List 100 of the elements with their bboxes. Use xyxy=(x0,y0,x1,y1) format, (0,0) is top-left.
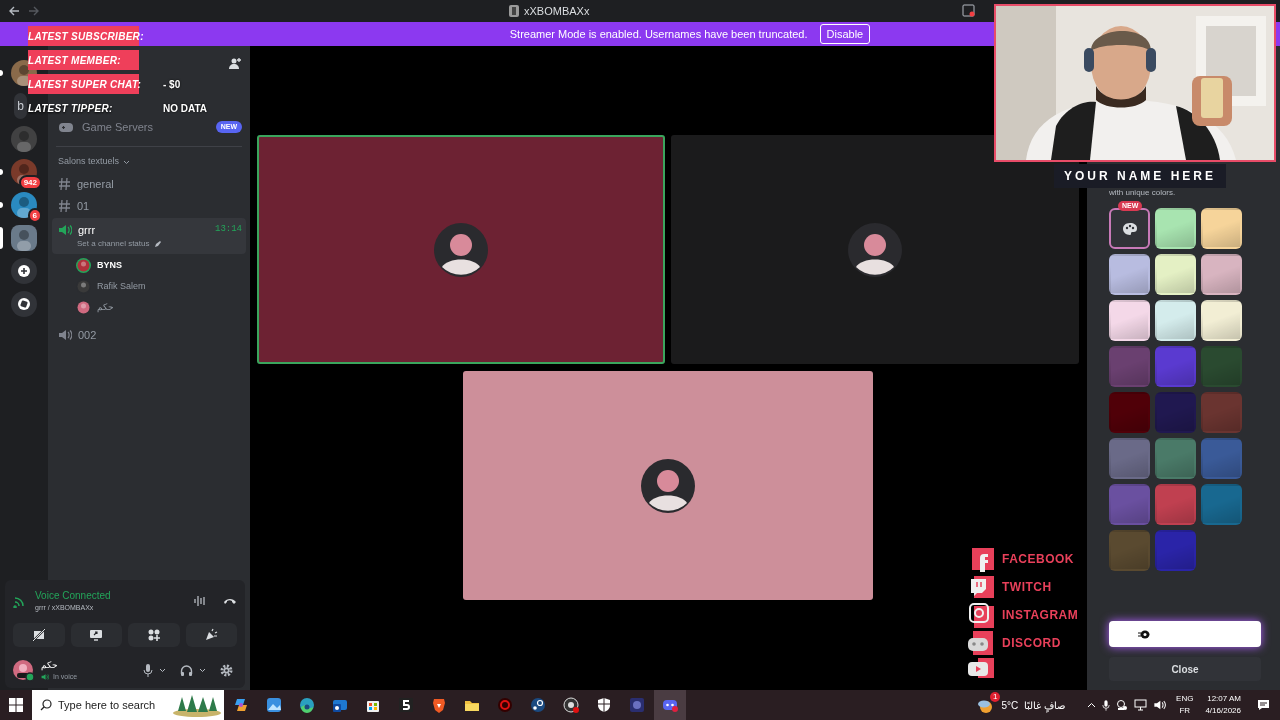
pencil-icon[interactable] xyxy=(153,240,162,248)
layout-code: FR xyxy=(1179,705,1191,717)
color-swatch[interactable] xyxy=(1109,300,1150,341)
user-name: حكم xyxy=(41,658,59,672)
windows-icon[interactable] xyxy=(9,698,23,712)
microphone-icon[interactable] xyxy=(143,664,153,677)
color-swatch[interactable] xyxy=(1155,530,1196,571)
back-icon[interactable] xyxy=(8,5,20,17)
banner-text: Streamer Mode is enabled. Usernames have been truncated. xyxy=(509,26,808,42)
clock-time: 12:07 AM xyxy=(1207,693,1241,705)
channel-item[interactable]: grrr 13:14 Set a channel status xyxy=(52,218,246,254)
close-button[interactable]: Close xyxy=(1109,657,1261,681)
alert-value: NO DATA xyxy=(163,101,208,116)
compass-icon[interactable] xyxy=(11,291,37,317)
color-swatch[interactable] xyxy=(1109,254,1150,295)
unread-badge: 942 xyxy=(18,175,42,190)
color-swatch[interactable] xyxy=(1155,484,1196,525)
ring-logo-icon xyxy=(496,696,514,714)
chevron-icon[interactable] xyxy=(199,668,206,673)
five-icon xyxy=(397,696,415,714)
color-swatch[interactable] xyxy=(1201,254,1242,295)
connection-status: Voice Connected xyxy=(35,589,112,603)
color-swatch[interactable] xyxy=(1201,346,1242,387)
color-swatch[interactable] xyxy=(1201,392,1242,433)
channel-name: general xyxy=(77,176,115,192)
name-plate-text: YOUR NAME HERE xyxy=(1064,168,1216,185)
channel-item[interactable]: general xyxy=(52,173,246,195)
alert-label: LATEST TIPPER: xyxy=(28,101,113,116)
channel-label[interactable]: Game Servers xyxy=(82,118,208,136)
avatar[interactable] xyxy=(76,300,91,315)
search-field[interactable]: Type here to search xyxy=(32,690,224,720)
server-avatar[interactable] xyxy=(11,225,37,251)
server-button[interactable]: b xyxy=(14,93,27,119)
color-swatch[interactable] xyxy=(1155,208,1196,249)
server-avatar[interactable] xyxy=(11,192,37,218)
network-icon[interactable] xyxy=(1134,699,1148,711)
voice-control-button[interactable] xyxy=(13,622,65,647)
color-swatch[interactable] xyxy=(1155,438,1196,479)
color-swatch[interactable] xyxy=(1201,484,1242,525)
panel-subtitle: with unique colors. xyxy=(1109,187,1176,199)
user-avatar[interactable] xyxy=(13,659,35,682)
color-swatch[interactable] xyxy=(1155,392,1196,433)
game-icon xyxy=(628,696,646,714)
channel-item[interactable]: 002 xyxy=(52,324,246,346)
color-swatch[interactable] xyxy=(1201,438,1242,479)
channel-item[interactable]: 01 xyxy=(52,195,246,217)
inbox-icon[interactable] xyxy=(962,4,975,17)
chevron-icon[interactable] xyxy=(159,668,166,673)
color-swatch[interactable] xyxy=(1109,530,1150,571)
color-swatch[interactable] xyxy=(1201,208,1242,249)
avatar[interactable] xyxy=(76,258,91,273)
microphone-icon[interactable] xyxy=(1102,698,1111,712)
video-tile[interactable] xyxy=(257,135,665,364)
activities-icon xyxy=(146,627,161,642)
color-swatch[interactable] xyxy=(1109,346,1150,387)
avatar xyxy=(434,222,488,277)
voice-control-button[interactable] xyxy=(185,622,237,647)
shield-icon xyxy=(595,696,613,714)
voice-control-button[interactable] xyxy=(70,622,122,647)
color-swatch[interactable] xyxy=(1201,300,1242,341)
camera-icon[interactable] xyxy=(1116,699,1129,711)
disable-button[interactable]: Disable xyxy=(819,23,871,45)
color-swatch[interactable] xyxy=(1155,346,1196,387)
add-server-icon[interactable] xyxy=(11,258,37,284)
add-member-icon[interactable] xyxy=(228,57,242,71)
social-label: DISCORD xyxy=(1002,635,1061,652)
channel-status: Set a channel status xyxy=(77,238,150,250)
color-swatch[interactable] xyxy=(1109,392,1150,433)
settings-icon[interactable] xyxy=(220,664,233,677)
color-swatch[interactable] xyxy=(1109,438,1150,479)
member-name[interactable]: BYNS xyxy=(97,258,122,273)
soundboard-icon xyxy=(204,627,219,642)
volume-icon[interactable] xyxy=(1153,699,1167,711)
alert-label: LATEST MEMBER: xyxy=(28,53,121,68)
category-label[interactable]: Salons textuels xyxy=(58,155,120,169)
headphones-icon[interactable] xyxy=(180,664,193,677)
photo-icon xyxy=(265,696,283,714)
social-label: TWITCH xyxy=(1002,579,1052,596)
server-icon xyxy=(508,4,520,19)
alert-value: - $0 xyxy=(163,77,181,92)
clock-date: 4/16/2026 xyxy=(1205,705,1241,717)
color-swatch[interactable] xyxy=(1155,300,1196,341)
member-name[interactable]: Rafik Salem xyxy=(97,279,146,294)
video-tile[interactable] xyxy=(463,371,873,600)
palette-icon xyxy=(1121,221,1138,236)
member-name[interactable]: حكم xyxy=(97,300,114,315)
avatar[interactable] xyxy=(76,279,91,294)
temperature: 5°C xyxy=(1001,698,1019,713)
camera-off-icon xyxy=(31,627,46,642)
language-indicator[interactable]: ENG FR xyxy=(1176,693,1194,717)
social-label: INSTAGRAM xyxy=(1002,607,1079,624)
color-swatch[interactable] xyxy=(1109,484,1150,525)
soundboard-icon[interactable] xyxy=(193,594,207,607)
notification-icon[interactable] xyxy=(1257,699,1270,711)
chevron-up-icon[interactable] xyxy=(1087,702,1097,708)
custom-color-button[interactable] xyxy=(1109,208,1150,249)
discord-icon xyxy=(968,630,996,656)
window-title: xXBOMBAXx xyxy=(524,4,590,19)
voice-control-button[interactable] xyxy=(128,622,180,647)
color-swatch[interactable] xyxy=(1155,254,1196,295)
